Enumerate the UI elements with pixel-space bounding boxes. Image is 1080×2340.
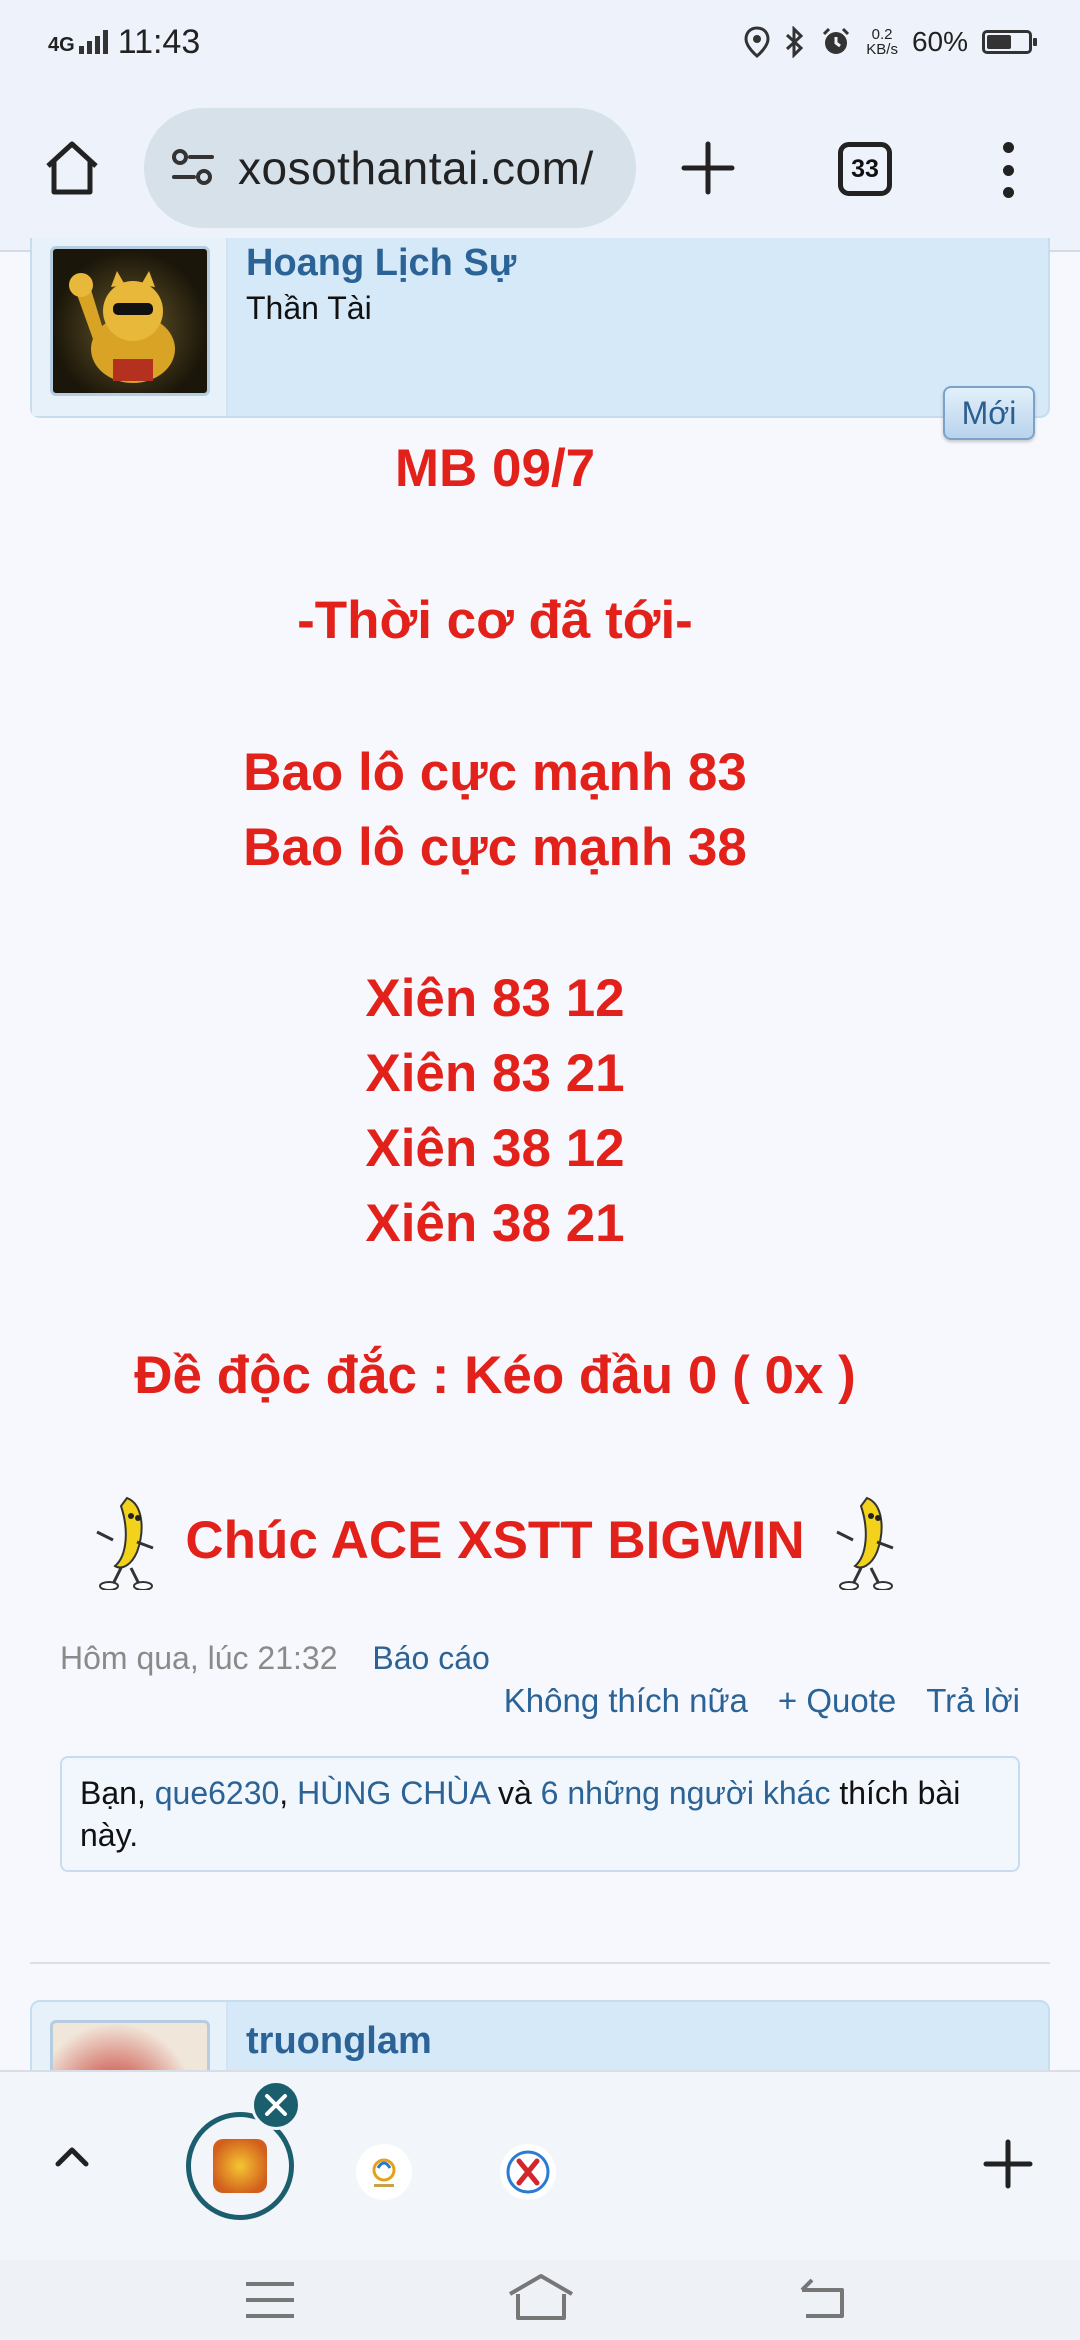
- likes-summary: Bạn, que6230, HÙNG CHÙA và 6 những người…: [60, 1756, 1020, 1872]
- post-line-cheer: Chúc ACE XSTT BIGWIN: [0, 1490, 990, 1590]
- signal-icon: [78, 30, 108, 54]
- url-text[interactable]: xosothantai.com/: [238, 141, 594, 195]
- location-icon: [744, 26, 770, 58]
- post-divider: [30, 1962, 1050, 1964]
- reply-link[interactable]: Trả lời: [926, 1682, 1020, 1720]
- tab-count: 33: [851, 154, 879, 183]
- more-menu-icon[interactable]: [1000, 142, 1016, 198]
- tab-strip: [0, 2070, 1080, 2260]
- report-link[interactable]: Báo cáo: [372, 1640, 489, 1676]
- system-navigation-bar: [0, 2260, 1080, 2340]
- battery-icon: [982, 30, 1037, 54]
- home-icon[interactable]: [42, 138, 102, 198]
- tab-favicon[interactable]: [356, 2144, 412, 2200]
- close-tab-icon[interactable]: [251, 2080, 301, 2130]
- quote-link[interactable]: + Quote: [778, 1682, 896, 1720]
- post-line-de: Đề độc đắc : Kéo đầu 0 ( 0x ): [134, 1346, 856, 1405]
- post-timestamp[interactable]: Hôm qua, lúc 21:32: [60, 1640, 338, 1676]
- post-author[interactable]: Hoang Lịch Sự: [246, 242, 516, 285]
- battery-fill: [987, 35, 1011, 49]
- browser-toolbar: xosothantai.com/ 33: [0, 84, 1080, 252]
- site-settings-icon[interactable]: [168, 143, 218, 193]
- post-line-xien-3: Xiên 38 12: [365, 1119, 625, 1178]
- post-line-xien-2: Xiên 83 21: [365, 1044, 625, 1103]
- like-user-link[interactable]: HÙNG CHÙA: [297, 1775, 489, 1811]
- bluetooth-icon: [786, 26, 804, 58]
- post-line-bao-1: Bao lô cực mạnh 83: [243, 743, 747, 802]
- likes-prefix: Bạn,: [80, 1775, 155, 1811]
- post-header: Hoang Lịch Sự Thần Tài: [30, 238, 1050, 418]
- network-speed: 0.2 KB/s: [866, 27, 898, 57]
- status-bar: 4G 11:43 0.2 KB/s 60%: [0, 0, 1080, 84]
- like-user-link[interactable]: que6230: [155, 1775, 280, 1811]
- cheer-text: Chúc ACE XSTT BIGWIN: [185, 1510, 805, 1570]
- network-type: 4G: [48, 34, 75, 56]
- post-line-bao-2: Bao lô cực mạnh 38: [243, 818, 747, 877]
- user-title: Thần Tài: [246, 290, 372, 326]
- clock: 11:43: [117, 22, 201, 61]
- new-tab-icon[interactable]: [680, 140, 736, 196]
- avatar[interactable]: [50, 246, 210, 396]
- tab-favicon[interactable]: [500, 2144, 556, 2200]
- battery-percent: 60%: [911, 26, 968, 57]
- recent-apps-icon[interactable]: [244, 2260, 296, 2340]
- post-line-xien-1: Xiên 83 12: [365, 969, 625, 1028]
- tab-switcher-button[interactable]: 33: [838, 142, 892, 196]
- like-others-link[interactable]: 6 những người khác: [541, 1775, 831, 1811]
- avatar-column: [32, 238, 228, 416]
- address-bar[interactable]: xosothantai.com/: [144, 108, 636, 228]
- dancing-banana-icon: [95, 1496, 154, 1590]
- add-tab-icon[interactable]: [980, 2136, 1036, 2192]
- system-home-icon[interactable]: [506, 2264, 576, 2334]
- new-badge: Mới: [943, 386, 1035, 440]
- lucky-cat-image: [69, 271, 175, 383]
- post-author[interactable]: truonglam: [246, 2020, 432, 2063]
- post-actions: Không thích nữa + Quote Trả lời: [504, 1682, 1020, 1720]
- site-favicon: [213, 2139, 267, 2193]
- back-icon[interactable]: [796, 2268, 852, 2328]
- likes-separator: ,: [279, 1775, 298, 1811]
- post-meta: Hôm qua, lúc 21:32 Báo cáo: [60, 1640, 490, 1677]
- speed-value: 0.2: [871, 26, 893, 43]
- alarm-icon: [823, 27, 850, 54]
- unlike-link[interactable]: Không thích nữa: [504, 1682, 748, 1720]
- likes-and: và: [489, 1775, 541, 1811]
- post-line-title: MB 09/7: [394, 439, 596, 498]
- dancing-banana-icon: [836, 1496, 894, 1590]
- speed-unit: KB/s: [866, 41, 898, 58]
- post-line-slogan: -Thời cơ đã tới-: [297, 591, 693, 650]
- network-indicator: 4G: [48, 30, 108, 56]
- post-line-xien-4: Xiên 38 21: [365, 1194, 625, 1253]
- chevron-up-icon[interactable]: [50, 2134, 94, 2178]
